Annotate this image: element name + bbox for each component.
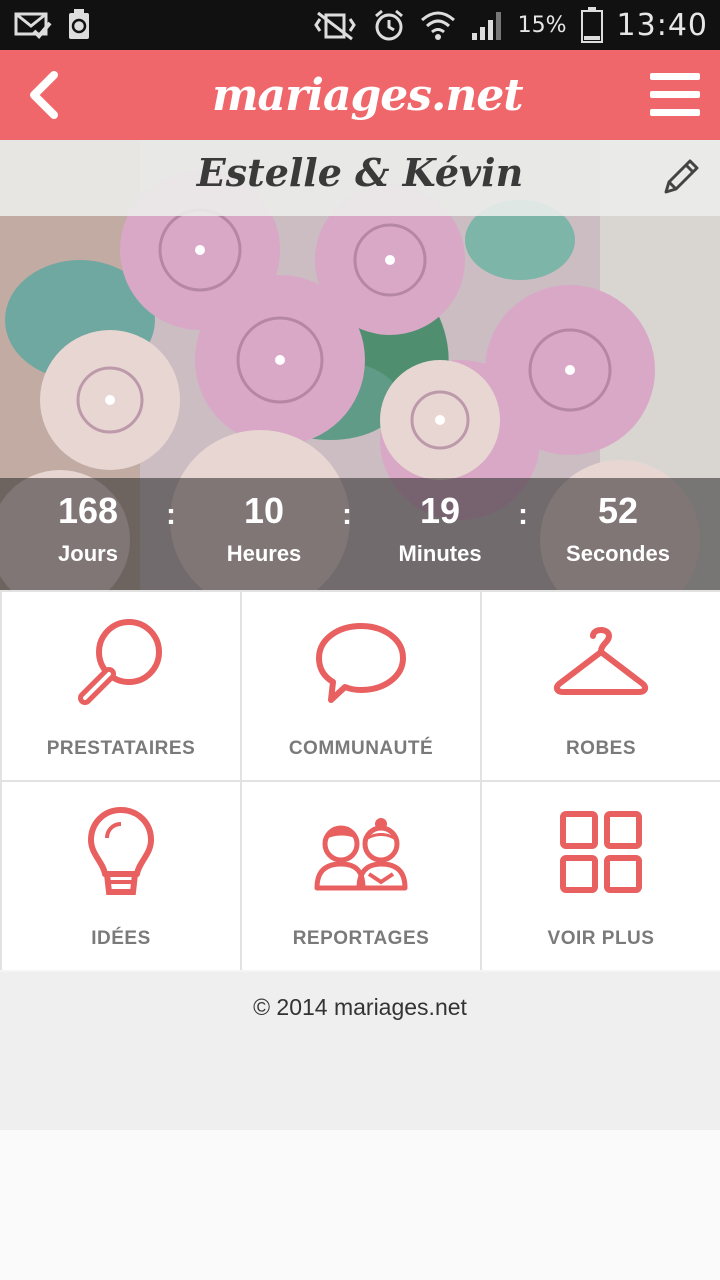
lightbulb-icon — [88, 807, 154, 895]
alarm-icon — [374, 9, 403, 41]
clock: 13:40 — [616, 7, 708, 43]
copyright-text: © 2014 mariages.net — [253, 994, 467, 1020]
countdown-value: 19 — [419, 490, 461, 531]
countdown-separator: : — [518, 498, 528, 531]
menu-bar-icon — [650, 91, 700, 98]
tile-label: ROBES — [565, 738, 637, 759]
logo-text: mariages.net — [212, 69, 524, 121]
mail-check-icon — [14, 12, 52, 39]
tile-reportages[interactable]: REPORTAGES — [242, 782, 480, 970]
grid-icon — [560, 811, 642, 893]
tile-label: VOIR PLUS — [547, 928, 655, 949]
site-logo[interactable]: mariages.net — [208, 58, 524, 132]
countdown-minutes: 19 Minutes — [360, 488, 520, 570]
tile-label: COMMUNAUTÉ — [288, 738, 434, 759]
countdown-label: Minutes — [398, 541, 482, 566]
signal-icon — [471, 12, 501, 40]
tile-voir-plus[interactable]: VOIR PLUS — [482, 782, 720, 970]
countdown-value: 168 — [57, 490, 119, 531]
hamburger-menu-button[interactable] — [648, 68, 702, 122]
countdown-label: Heures — [226, 541, 302, 566]
pencil-icon — [664, 159, 699, 194]
countdown-value: 10 — [243, 490, 285, 531]
couple-icon — [314, 818, 408, 891]
tile-prestataires[interactable]: PRESTATAIRES — [2, 592, 240, 780]
battery-icon — [580, 7, 603, 43]
wifi-icon — [420, 11, 455, 40]
menu-bar-icon — [650, 73, 700, 80]
hanger-icon — [553, 627, 649, 695]
couple-names: Estelle & Kévin — [196, 150, 524, 195]
edit-button[interactable] — [658, 156, 702, 200]
hero-banner: Estelle & Kévin 168 Jours : 10 Heures : … — [0, 140, 720, 590]
tile-label: IDÉES — [91, 928, 151, 949]
battery-percent: 15% — [517, 12, 567, 38]
magnifier-icon — [78, 619, 162, 705]
menu-bar-icon — [650, 109, 700, 116]
bottom-blank-area — [0, 1130, 720, 1280]
tile-robes[interactable]: ROBES — [482, 592, 720, 780]
app-bar: mariages.net — [0, 50, 720, 140]
menu-grid: PRESTATAIRES COMMUNAUTÉ ROBES IDÉES REPO… — [0, 590, 720, 970]
tile-communaute[interactable]: COMMUNAUTÉ — [242, 592, 480, 780]
chevron-left-icon — [30, 71, 58, 119]
footer: © 2014 mariages.net — [0, 972, 720, 1130]
countdown-value: 52 — [597, 490, 639, 531]
countdown-seconds: 52 Secondes — [538, 488, 698, 570]
speech-bubble-icon — [316, 623, 406, 703]
tile-label: PRESTATAIRES — [46, 738, 196, 759]
countdown-separator: : — [342, 498, 352, 531]
status-bar: 15% 13:40 — [0, 0, 720, 50]
countdown-hours: 10 Heures — [184, 488, 344, 570]
back-button[interactable] — [16, 66, 72, 124]
vibrate-mute-icon — [313, 11, 356, 41]
countdown: 168 Jours : 10 Heures : 19 Minutes : 52 … — [0, 478, 720, 590]
countdown-separator: : — [166, 498, 176, 531]
countdown-label: Jours — [58, 541, 118, 566]
countdown-days: 168 Jours — [8, 488, 168, 570]
tile-label: REPORTAGES — [292, 928, 430, 949]
tile-idees[interactable]: IDÉES — [2, 782, 240, 970]
countdown-label: Secondes — [566, 541, 670, 566]
recycle-bin-icon — [69, 9, 89, 39]
